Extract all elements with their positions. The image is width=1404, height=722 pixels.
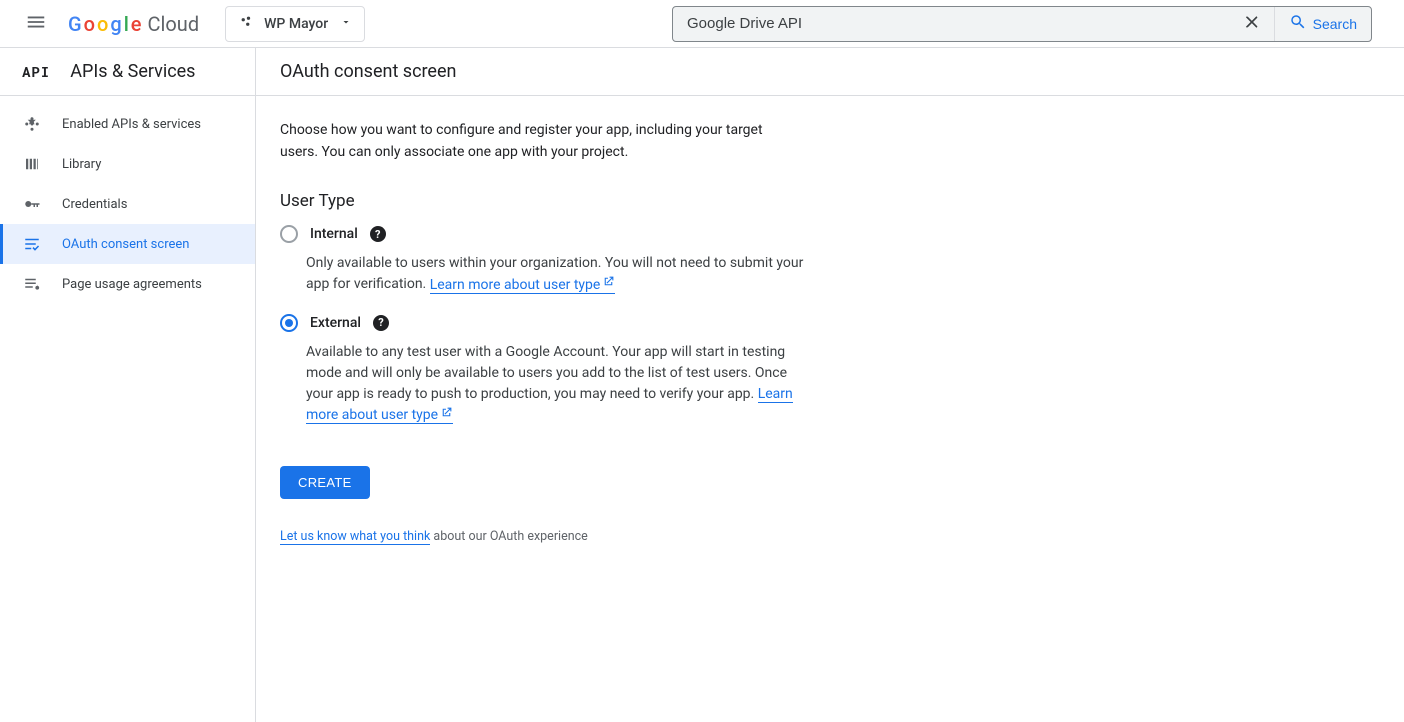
sidebar-item-label: Library — [62, 157, 101, 172]
feedback-rest: about our OAuth experience — [430, 529, 587, 544]
feedback-line: Let us know what you think about our OAu… — [280, 529, 1052, 544]
radio-internal[interactable] — [280, 225, 298, 243]
library-icon — [22, 155, 42, 173]
search-input[interactable] — [673, 15, 1231, 32]
sidebar-item-credentials[interactable]: Credentials — [0, 184, 255, 224]
top-bar: Google Cloud WP Mayor Search — [0, 0, 1404, 48]
internal-description: Only available to users within your orga… — [306, 253, 816, 295]
sidebar-item-label: Page usage agreements — [62, 277, 202, 292]
user-type-internal: Internal ? Only available to users withi… — [280, 225, 1052, 295]
hamburger-menu-button[interactable] — [16, 4, 56, 44]
page-title: OAuth consent screen — [280, 61, 456, 82]
chevron-down-icon — [340, 16, 352, 32]
gcp-logo[interactable]: Google Cloud — [68, 12, 199, 36]
close-icon — [1243, 13, 1261, 34]
search-icon — [1289, 13, 1307, 34]
sidebar-title: APIs & Services — [70, 61, 195, 82]
sidebar-item-library[interactable]: Library — [0, 144, 255, 184]
external-link-icon — [440, 405, 453, 426]
project-picker[interactable]: WP Mayor — [225, 6, 365, 42]
create-button[interactable]: CREATE — [280, 466, 370, 499]
sidebar-nav: Enabled APIs & services Library Credenti… — [0, 96, 255, 304]
search-button[interactable]: Search — [1275, 7, 1371, 41]
radio-external[interactable] — [280, 314, 298, 332]
radio-internal-label: Internal — [310, 226, 358, 242]
api-tag: API — [22, 62, 50, 81]
credentials-icon — [22, 195, 42, 213]
sidebar-item-oauth-consent[interactable]: OAuth consent screen — [0, 224, 255, 264]
external-link-icon — [602, 274, 615, 295]
search-clear-button[interactable] — [1231, 7, 1275, 41]
main-header: OAuth consent screen — [256, 48, 1404, 96]
main: OAuth consent screen Choose how you want… — [256, 48, 1404, 722]
sidebar: API APIs & Services Enabled APIs & servi… — [0, 48, 256, 722]
content: Choose how you want to configure and reg… — [256, 96, 1076, 568]
search-button-label: Search — [1313, 16, 1357, 32]
user-type-heading: User Type — [280, 191, 1052, 211]
help-icon[interactable]: ? — [373, 315, 389, 331]
search-bar: Search — [672, 6, 1372, 42]
oauth-icon — [22, 235, 42, 253]
sidebar-item-label: Enabled APIs & services — [62, 117, 201, 132]
user-type-external: External ? Available to any test user wi… — [280, 314, 1052, 426]
enabled-apis-icon — [22, 115, 42, 133]
sidebar-item-enabled-apis[interactable]: Enabled APIs & services — [0, 104, 255, 144]
sidebar-item-label: Credentials — [62, 197, 127, 212]
project-dots-icon — [238, 13, 256, 35]
sidebar-item-label: OAuth consent screen — [62, 237, 189, 252]
intro-text: Choose how you want to configure and reg… — [280, 120, 780, 163]
feedback-link[interactable]: Let us know what you think — [280, 529, 430, 545]
sidebar-header: API APIs & Services — [0, 48, 255, 96]
external-description: Available to any test user with a Google… — [306, 342, 816, 426]
help-icon[interactable]: ? — [370, 226, 386, 242]
hamburger-icon — [25, 11, 47, 36]
sidebar-item-page-usage[interactable]: Page usage agreements — [0, 264, 255, 304]
agreements-icon — [22, 275, 42, 293]
project-name: WP Mayor — [264, 16, 328, 32]
radio-external-label: External — [310, 315, 361, 331]
logo-cloud-text: Cloud — [148, 12, 200, 36]
learn-more-internal-link[interactable]: Learn more about user type — [430, 277, 616, 294]
